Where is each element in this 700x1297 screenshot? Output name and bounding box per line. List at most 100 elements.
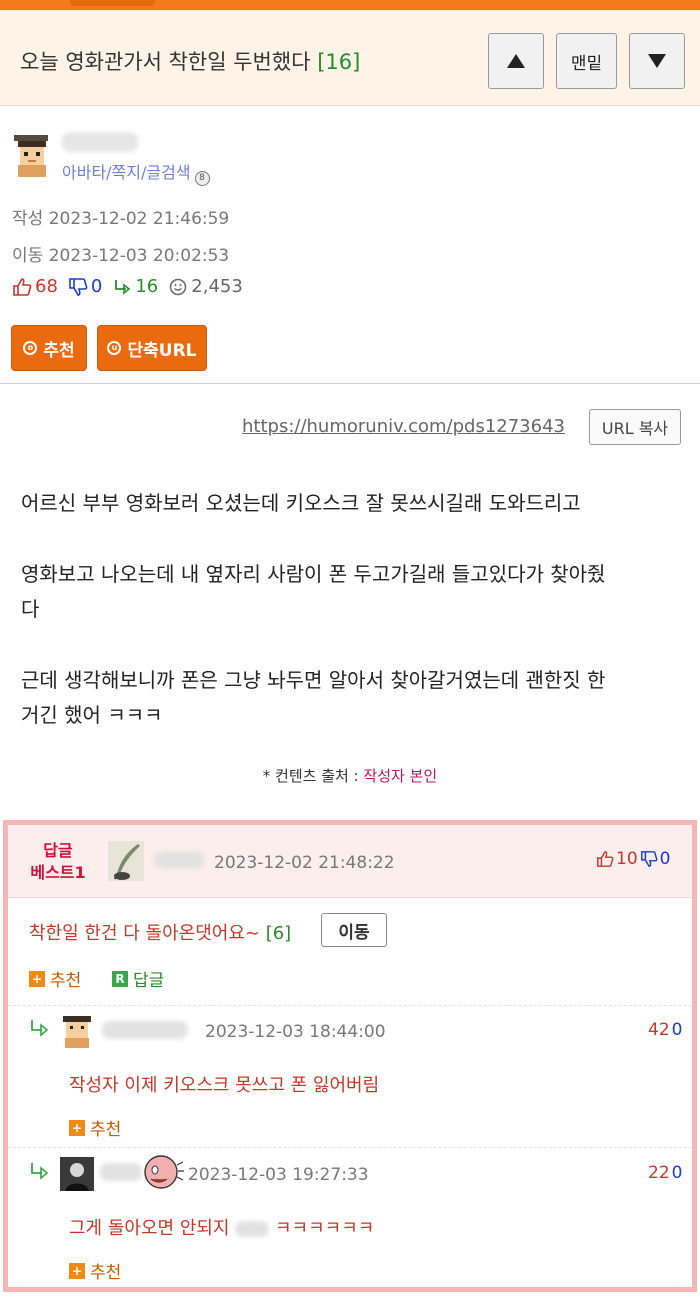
reply-count: 16 xyxy=(135,276,159,297)
reply-down-count: 0 xyxy=(671,1020,683,1040)
reply-text: 그게 돌아오면 안되지 ㅋㅋㅋㅋㅋㅋ xyxy=(69,1214,374,1240)
reply-votes: 42 0 xyxy=(648,1020,682,1040)
reply-r-icon: R xyxy=(112,970,128,987)
moved-date: 이동 2023-12-03 20:02:53 xyxy=(12,241,229,266)
reply-text-start: 그게 돌아오면 안되지 xyxy=(69,1218,230,1239)
reply-date: 2023-12-03 19:27:33 xyxy=(188,1165,369,1185)
best-comment-section: 답글 베스트1 2023-12-02 21:48:22 10 0 착한일 한건 … xyxy=(3,820,697,1292)
best-label-line2: 베스트1 xyxy=(30,863,86,882)
reply-up-count: 22 xyxy=(648,1163,670,1183)
reply-recommend-label: 추천 xyxy=(90,1120,122,1140)
smiley-icon xyxy=(170,278,187,295)
reply-recommend-label: 추천 xyxy=(90,1263,122,1283)
best-comment-header: 답글 베스트1 2023-12-02 21:48:22 10 0 xyxy=(8,825,692,898)
divider xyxy=(0,383,700,384)
thumbs-up-icon xyxy=(13,277,32,296)
reply-votes: 22 0 xyxy=(648,1163,682,1183)
author-name[interactable] xyxy=(62,132,138,152)
written-label: 작성 xyxy=(12,209,44,229)
level-badge-icon: 8 xyxy=(194,171,210,186)
best-recommend-link[interactable]: + 추천 xyxy=(29,966,81,991)
best-comment-reply-count[interactable]: [6] xyxy=(266,923,292,944)
reply-date: 2023-12-03 18:44:00 xyxy=(205,1022,386,1042)
thumbs-down-icon xyxy=(69,277,88,296)
best-down-count: 0 xyxy=(659,849,671,869)
commenter-name[interactable] xyxy=(102,1021,188,1039)
post-url-link[interactable]: https://humoruniv.com/pds1273643 xyxy=(242,416,565,437)
moved-value: 2023-12-03 20:02:53 xyxy=(48,246,230,266)
top-tab-marker xyxy=(70,0,155,6)
copy-url-button[interactable]: URL 복사 xyxy=(589,409,681,445)
reply-down-count: 0 xyxy=(671,1163,683,1183)
censored-word xyxy=(235,1221,270,1237)
reply-recommend-link[interactable]: + 추천 xyxy=(69,1115,121,1140)
best-reply-link[interactable]: R 답글 xyxy=(112,966,164,991)
reply-recommend-link[interactable]: + 추천 xyxy=(69,1258,121,1283)
content-source: * 컨텐츠 출처 : 작성자 본인 xyxy=(0,765,700,786)
thumbs-down-icon[interactable] xyxy=(640,850,658,868)
scroll-up-button[interactable] xyxy=(488,33,544,89)
recommend-circle-icon: o xyxy=(23,341,38,355)
scroll-bottom-button[interactable]: 맨밑 xyxy=(556,33,617,89)
title-bar: 오늘 영화관가서 착한일 두번했다 [16] 맨밑 xyxy=(0,10,700,106)
author-links-text[interactable]: 아바타/쪽지/글검색 xyxy=(62,163,191,182)
recommend-button[interactable]: o 추천 xyxy=(11,325,87,371)
view-stat: 2,453 xyxy=(168,276,243,297)
best-reply-badge: 답글 베스트1 xyxy=(23,840,93,884)
author-avatar[interactable] xyxy=(12,133,52,179)
post-comment-count[interactable]: [16] xyxy=(317,50,360,74)
post-body-line: 근데 생각해보니까 폰은 그냥 놔두면 알아서 찾아갈거였는데 괜한짓 한 xyxy=(21,668,606,692)
short-url-button[interactable]: u 단축URL xyxy=(97,325,207,371)
best-up-count: 10 xyxy=(616,849,638,869)
reply-arrow-icon xyxy=(31,1020,49,1037)
downvote-stat: 0 xyxy=(68,276,102,297)
post-body-line: 영화보고 나오는데 내 옆자리 사람이 폰 두고가길래 들고있다가 찾아줬 xyxy=(21,562,606,586)
url-circle-icon: u xyxy=(107,341,122,355)
reply-divider xyxy=(8,1147,692,1148)
scroll-down-button[interactable] xyxy=(629,33,685,89)
downvote-count: 0 xyxy=(90,276,103,297)
sticker-icon xyxy=(144,1155,184,1189)
best-comment-votes: 10 0 xyxy=(596,849,670,869)
reply-text-end: ㅋㅋㅋㅋㅋㅋ xyxy=(274,1218,375,1239)
written-value: 2023-12-02 21:46:59 xyxy=(48,209,230,229)
best-recommend-label: 추천 xyxy=(50,971,82,991)
quill-avatar[interactable] xyxy=(108,841,144,881)
short-url-label: 단축URL xyxy=(127,340,197,361)
reply-divider xyxy=(8,1005,692,1006)
reply-arrow-icon xyxy=(31,1163,49,1180)
best-label-line1: 답글 xyxy=(43,841,73,860)
moved-label: 이동 xyxy=(12,246,44,266)
post-title: 오늘 영화관가서 착한일 두번했다 [16] xyxy=(20,46,360,76)
up-triangle-icon xyxy=(507,54,525,68)
reply-avatar[interactable] xyxy=(60,1157,94,1191)
post-body-line: 거긴 했어 ㅋㅋㅋ xyxy=(21,703,163,727)
best-comment-body: 착한일 한건 다 돌아온댓어요~ xyxy=(29,923,260,944)
upvote-stat: 68 xyxy=(12,276,58,297)
post-stats: 68 0 16 2,453 xyxy=(12,276,243,297)
reply-arrow-icon xyxy=(115,279,131,295)
plus-icon: + xyxy=(69,1262,85,1279)
down-triangle-icon xyxy=(648,54,666,68)
commenter-name[interactable] xyxy=(100,1163,142,1181)
author-links[interactable]: 아바타/쪽지/글검색 8 xyxy=(62,159,210,186)
plus-icon: + xyxy=(29,970,45,987)
source-author: 작성자 본인 xyxy=(363,767,438,785)
plus-icon: + xyxy=(69,1119,85,1136)
best-comment-date: 2023-12-02 21:48:22 xyxy=(214,853,395,873)
move-button[interactable]: 이동 xyxy=(321,913,387,947)
reply-avatar[interactable] xyxy=(60,1014,94,1048)
recommend-label: 추천 xyxy=(43,340,75,361)
post-body-line: 어르신 부부 영화보러 오셨는데 키오스크 잘 못쓰시길래 도와드리고 xyxy=(21,491,581,515)
upvote-count: 68 xyxy=(35,276,58,297)
best-comment-text: 착한일 한건 다 돌아온댓어요~ [6] xyxy=(29,919,291,945)
reply-text: 작성자 이제 키오스크 못쓰고 폰 잃어버림 xyxy=(69,1075,380,1096)
post-body-line: 다 xyxy=(21,597,40,621)
commenter-name[interactable] xyxy=(154,851,204,869)
reply-stat: 16 xyxy=(112,276,158,297)
written-date: 작성 2023-12-02 21:46:59 xyxy=(12,204,229,229)
post-title-text: 오늘 영화관가서 착한일 두번했다 xyxy=(20,50,311,74)
thumbs-up-icon[interactable] xyxy=(596,850,614,868)
source-prefix: * 컨텐츠 출처 : xyxy=(262,767,359,785)
view-count: 2,453 xyxy=(191,276,243,297)
